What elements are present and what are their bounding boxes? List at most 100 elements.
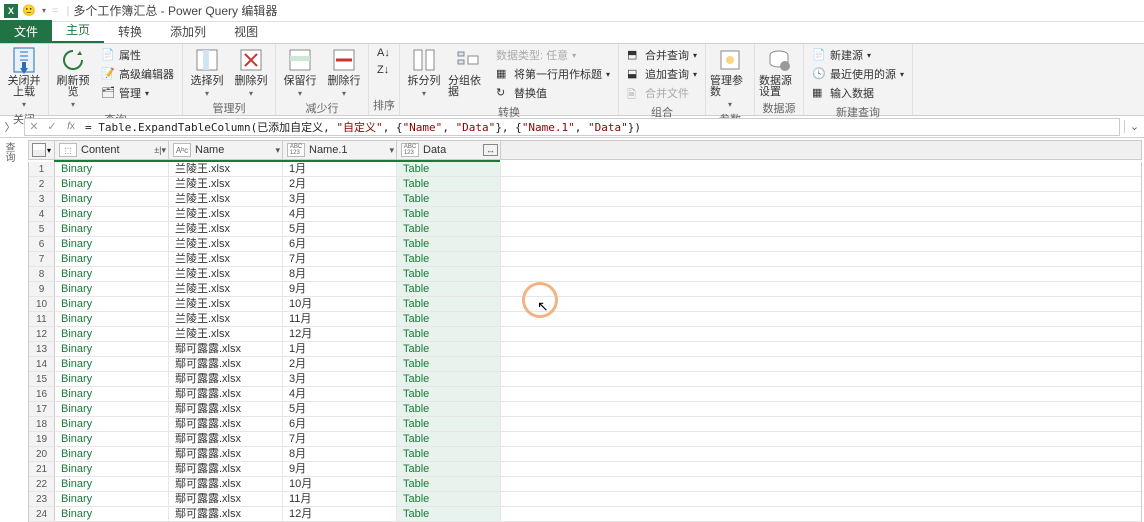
cancel-icon[interactable]: ✕ — [25, 120, 43, 133]
sort-asc-button[interactable]: A↓ — [373, 46, 395, 62]
row-number[interactable]: 17 — [29, 402, 55, 416]
cell-name[interactable]: 兰陵王.xlsx — [169, 162, 283, 176]
cell-data[interactable]: Table — [397, 432, 501, 446]
cell-content[interactable]: Binary — [55, 477, 169, 491]
choose-cols-button[interactable]: 选择列 ▾ — [187, 46, 227, 98]
table-row[interactable]: 7Binary兰陵王.xlsx7月Table — [29, 252, 1141, 267]
row-number[interactable]: 11 — [29, 312, 55, 326]
tab-view[interactable]: 视图 — [220, 20, 272, 43]
cell-name[interactable]: 鄢可露露.xlsx — [169, 372, 283, 386]
table-row[interactable]: 2Binary兰陵王.xlsx2月Table — [29, 177, 1141, 192]
cell-data[interactable]: Table — [397, 222, 501, 236]
manage-button[interactable]: 🗂管理 ▾ — [97, 84, 178, 102]
cell-content[interactable]: Binary — [55, 462, 169, 476]
col-header-name[interactable]: Aᵇc Name ▾ — [169, 141, 283, 159]
cell-data[interactable]: Table — [397, 297, 501, 311]
col-header-data[interactable]: ABC123 Data ↔ — [397, 141, 501, 159]
row-number[interactable]: 3 — [29, 192, 55, 206]
cell-name[interactable]: 鄢可露露.xlsx — [169, 477, 283, 491]
split-col-button[interactable]: 拆分列 ▾ — [404, 46, 444, 98]
new-source-button[interactable]: 📄新建源 ▾ — [808, 46, 908, 64]
expand-column-icon[interactable]: ↔ — [483, 144, 498, 156]
cell-content[interactable]: Binary — [55, 447, 169, 461]
cell-name1[interactable]: 7月 — [283, 432, 397, 446]
row-number[interactable]: 18 — [29, 417, 55, 431]
sort-desc-button[interactable]: Z↓ — [373, 63, 395, 79]
manage-params-button[interactable]: 管理参数 ▾ — [710, 46, 750, 109]
cell-name1[interactable]: 4月 — [283, 387, 397, 401]
cell-content[interactable]: Binary — [55, 492, 169, 506]
ds-settings-button[interactable]: 数据源设置 — [759, 46, 799, 98]
table-row[interactable]: 15Binary鄢可露露.xlsx3月Table — [29, 372, 1141, 387]
row-number[interactable]: 23 — [29, 492, 55, 506]
row-number[interactable]: 13 — [29, 342, 55, 356]
cell-data[interactable]: Table — [397, 402, 501, 416]
cell-name1[interactable]: 3月 — [283, 192, 397, 206]
remove-cols-button[interactable]: 删除列 ▾ — [231, 46, 271, 98]
cell-name[interactable]: 兰陵王.xlsx — [169, 267, 283, 281]
cell-name1[interactable]: 6月 — [283, 417, 397, 431]
cell-name[interactable]: 兰陵王.xlsx — [169, 207, 283, 221]
table-row[interactable]: 23Binary鄢可露露.xlsx11月Table — [29, 492, 1141, 507]
col-header-name1[interactable]: ABC123 Name.1 ▾ — [283, 141, 397, 159]
cell-name1[interactable]: 8月 — [283, 267, 397, 281]
cell-name[interactable]: 鄢可露露.xlsx — [169, 417, 283, 431]
table-row[interactable]: 14Binary鄢可露露.xlsx2月Table — [29, 357, 1141, 372]
cell-name1[interactable]: 3月 — [283, 372, 397, 386]
cell-name[interactable]: 兰陵王.xlsx — [169, 297, 283, 311]
table-row[interactable]: 3Binary兰陵王.xlsx3月Table — [29, 192, 1141, 207]
cell-content[interactable]: Binary — [55, 177, 169, 191]
formula-input-box[interactable]: ✕ ✓ fx = Table.ExpandTableColumn(已添加自定义,… — [24, 118, 1120, 136]
adv-editor-button[interactable]: 📝高级编辑器 — [97, 65, 178, 83]
row-number[interactable]: 16 — [29, 387, 55, 401]
cell-data[interactable]: Table — [397, 447, 501, 461]
table-row[interactable]: 8Binary兰陵王.xlsx8月Table — [29, 267, 1141, 282]
row-number[interactable]: 4 — [29, 207, 55, 221]
table-row[interactable]: 24Binary鄢可露露.xlsx12月Table — [29, 507, 1141, 522]
cell-name[interactable]: 鄢可露露.xlsx — [169, 402, 283, 416]
row-number[interactable]: 10 — [29, 297, 55, 311]
cell-content[interactable]: Binary — [55, 207, 169, 221]
cell-data[interactable]: Table — [397, 282, 501, 296]
cell-content[interactable]: Binary — [55, 312, 169, 326]
keep-rows-button[interactable]: 保留行 ▾ — [280, 46, 320, 98]
row-number[interactable]: 9 — [29, 282, 55, 296]
properties-button[interactable]: 📄属性 — [97, 46, 178, 64]
cell-name1[interactable]: 8月 — [283, 447, 397, 461]
table-row[interactable]: 5Binary兰陵王.xlsx5月Table — [29, 222, 1141, 237]
table-row[interactable]: 17Binary鄢可露露.xlsx5月Table — [29, 402, 1141, 417]
cell-name1[interactable]: 6月 — [283, 237, 397, 251]
cell-content[interactable]: Binary — [55, 267, 169, 281]
append-queries-button[interactable]: ⬓追加查询 ▾ — [623, 65, 701, 83]
cell-data[interactable]: Table — [397, 462, 501, 476]
replace-button[interactable]: ↻替换值 — [492, 84, 614, 102]
cell-name1[interactable]: 12月 — [283, 507, 397, 521]
table-row[interactable]: 12Binary兰陵王.xlsx12月Table — [29, 327, 1141, 342]
close-load-button[interactable]: 关闭并上载 ▾ — [4, 46, 44, 109]
cell-name[interactable]: 鄢可露露.xlsx — [169, 357, 283, 371]
cell-content[interactable]: Binary — [55, 237, 169, 251]
row-number[interactable]: 6 — [29, 237, 55, 251]
table-row[interactable]: 21Binary鄢可露露.xlsx9月Table — [29, 462, 1141, 477]
filter-dropdown-icon[interactable]: ▾ — [275, 145, 280, 156]
cell-name[interactable]: 兰陵王.xlsx — [169, 282, 283, 296]
tab-file[interactable]: 文件 — [0, 20, 52, 43]
cell-data[interactable]: Table — [397, 237, 501, 251]
cell-data[interactable]: Table — [397, 507, 501, 521]
cell-name[interactable]: 兰陵王.xlsx — [169, 177, 283, 191]
row-number[interactable]: 22 — [29, 477, 55, 491]
cell-content[interactable]: Binary — [55, 357, 169, 371]
cell-content[interactable]: Binary — [55, 507, 169, 521]
table-row[interactable]: 11Binary兰陵王.xlsx11月Table — [29, 312, 1141, 327]
cell-name[interactable]: 鄢可露露.xlsx — [169, 447, 283, 461]
type-any-icon[interactable]: ABC123 — [287, 143, 305, 157]
combine-files-button[interactable]: 🗎合并文件 — [623, 84, 701, 102]
queries-pane-collapsed[interactable]: 查询 — [2, 142, 16, 162]
table-row[interactable]: 9Binary兰陵王.xlsx9月Table — [29, 282, 1141, 297]
cell-name1[interactable]: 1月 — [283, 342, 397, 356]
type-text-icon[interactable]: Aᵇc — [173, 143, 191, 157]
confirm-icon[interactable]: ✓ — [43, 120, 61, 133]
cell-name1[interactable]: 9月 — [283, 282, 397, 296]
remove-rows-button[interactable]: 删除行 ▾ — [324, 46, 364, 98]
table-row[interactable]: 4Binary兰陵王.xlsx4月Table — [29, 207, 1141, 222]
